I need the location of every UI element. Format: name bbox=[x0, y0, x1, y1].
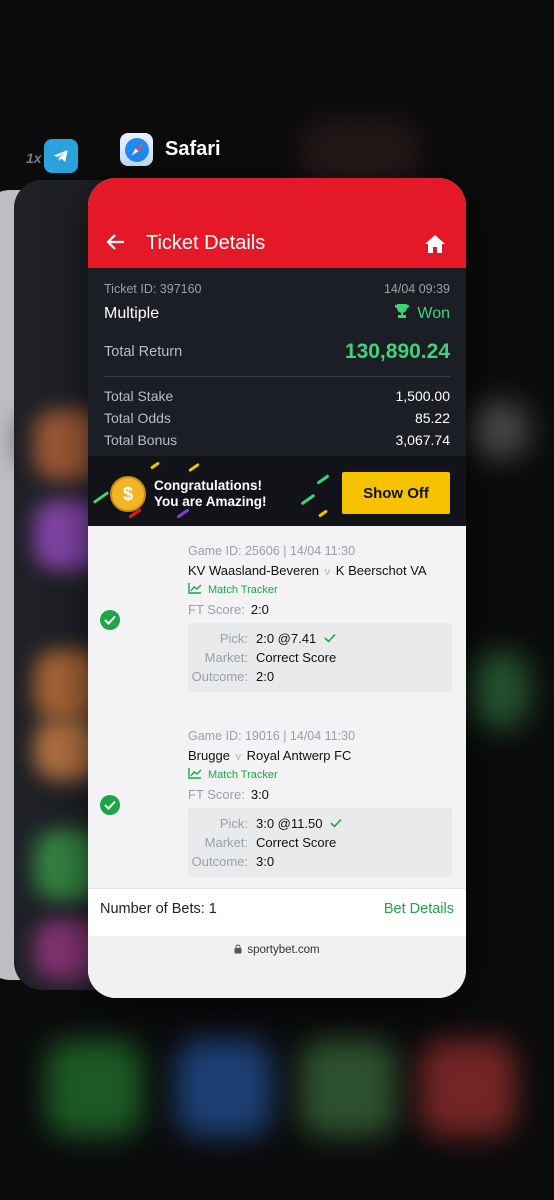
total-odds-value: 85.22 bbox=[414, 410, 450, 426]
match-tracker-link[interactable]: Match Tracker bbox=[188, 768, 452, 782]
total-return-label: Total Return bbox=[104, 344, 183, 360]
pick-label: Pick: bbox=[219, 631, 248, 646]
market-value: Correct Score bbox=[256, 835, 337, 850]
outcome-value: 3:0 bbox=[256, 854, 275, 869]
chart-line-icon bbox=[188, 583, 202, 597]
bets-footer: Number of Bets: 1 Bet Details bbox=[88, 888, 466, 929]
page-title: Ticket Details bbox=[146, 232, 266, 254]
versus-label: v bbox=[235, 751, 242, 763]
ft-score-value: 2:0 bbox=[250, 602, 269, 617]
game-id: Game ID: 25606 | 14/04 11:30 bbox=[188, 544, 356, 558]
back-arrow-icon[interactable] bbox=[106, 232, 126, 256]
app-switcher-label[interactable]: Safari bbox=[120, 133, 221, 166]
header-bar: Ticket Details bbox=[88, 178, 466, 268]
market-value: Correct Score bbox=[256, 650, 337, 665]
ticket-date: 14/04 09:39 bbox=[383, 282, 450, 296]
outcome-value: 2:0 bbox=[256, 669, 275, 684]
match-tracker-link[interactable]: Match Tracker bbox=[188, 583, 452, 597]
congrats-banner: $ Congratulations! You are Amazing! Show… bbox=[88, 456, 466, 528]
total-return-value: 130,890.24 bbox=[344, 340, 450, 363]
status-badge: Won bbox=[393, 303, 450, 324]
url-text: sportybet.com bbox=[247, 944, 320, 956]
total-bonus-value: 3,067.74 bbox=[395, 432, 451, 448]
match-teams: KV Waasland-Beveren v K Beerschot VA bbox=[188, 563, 452, 578]
bet-details: Game ID: 25606 | 14/04 11:30 KV Waasland… bbox=[188, 544, 452, 692]
checkmark-icon bbox=[324, 629, 336, 648]
confetti-streak bbox=[316, 474, 330, 485]
bet-details: Game ID: 19016 | 14/04 11:30 Brugge v Ro… bbox=[188, 729, 452, 877]
pick-box: Pick: 2:0 @7.41 Market: Correct Score Ou… bbox=[188, 623, 452, 692]
list-item: Game ID: 25606 | 14/04 11:30 KV Waasland… bbox=[88, 526, 466, 711]
checkmark-icon bbox=[330, 814, 343, 833]
pick-label: Pick: bbox=[219, 816, 248, 831]
background-glow bbox=[470, 400, 530, 460]
dock-app-icon bbox=[300, 1040, 396, 1136]
match-tracker-label: Match Tracker bbox=[208, 584, 278, 596]
versus-label: v bbox=[324, 566, 331, 578]
check-circle-icon bbox=[100, 795, 120, 815]
total-bonus-label: Total Bonus bbox=[104, 432, 178, 448]
show-off-button[interactable]: Show Off bbox=[342, 472, 450, 514]
safari-app-card[interactable]: Ticket Details Ticket ID: 397160 14/04 0… bbox=[88, 178, 466, 998]
outcome-label: Outcome: bbox=[191, 669, 248, 684]
bet-list: Game ID: 25606 | 14/04 11:30 KV Waasland… bbox=[88, 526, 466, 888]
total-stake-label: Total Stake bbox=[104, 388, 174, 404]
confetti-streak bbox=[300, 493, 316, 506]
away-team: Royal Antwerp FC bbox=[246, 748, 352, 763]
status-text: Won bbox=[417, 304, 450, 322]
home-team: Brugge bbox=[188, 748, 230, 763]
number-of-bets: Number of Bets: 1 bbox=[100, 901, 217, 917]
away-team: K Beerschot VA bbox=[335, 563, 427, 578]
app-prefix-label: 1x bbox=[26, 150, 42, 166]
pick-value: 2:0 @7.41 bbox=[256, 631, 317, 646]
telegram-icon[interactable] bbox=[44, 139, 78, 173]
outcome-label: Outcome: bbox=[191, 854, 248, 869]
chart-line-icon bbox=[188, 768, 202, 782]
confetti-streak bbox=[92, 491, 110, 504]
match-teams: Brugge v Royal Antwerp FC bbox=[188, 748, 452, 763]
total-stake-value: 1,500.00 bbox=[395, 388, 451, 404]
market-label: Market: bbox=[204, 650, 248, 665]
home-team: KV Waasland-Beveren bbox=[188, 563, 320, 578]
confetti-streak bbox=[318, 509, 328, 518]
congrats-line-1: Congratulations! bbox=[154, 478, 262, 493]
list-item: Game ID: 19016 | 14/04 11:30 Brugge v Ro… bbox=[88, 711, 466, 896]
congrats-line-2: You are Amazing! bbox=[154, 494, 267, 509]
dock-app-icon bbox=[176, 1040, 272, 1136]
ft-score-label: FT Score: bbox=[188, 787, 245, 802]
ft-score-label: FT Score: bbox=[188, 602, 245, 617]
app-title: Safari bbox=[165, 138, 221, 160]
bet-details-link[interactable]: Bet Details bbox=[384, 901, 454, 917]
lock-icon bbox=[234, 944, 242, 998]
congrats-text: Congratulations! You are Amazing! bbox=[154, 478, 267, 510]
confetti-streak bbox=[150, 461, 160, 470]
dock-app-icon bbox=[46, 1040, 142, 1136]
background-glow bbox=[470, 650, 530, 730]
confetti-streak bbox=[188, 462, 200, 473]
trophy-icon bbox=[393, 303, 411, 324]
ft-score: FT Score: 2:0 bbox=[188, 602, 452, 617]
pick-value: 3:0 @11.50 bbox=[256, 816, 323, 831]
ft-score-value: 3:0 bbox=[250, 787, 269, 802]
home-icon[interactable] bbox=[424, 234, 446, 259]
ticket-type: Multiple bbox=[104, 304, 160, 322]
market-label: Market: bbox=[204, 835, 248, 850]
dock-app-icon bbox=[420, 1040, 516, 1136]
match-tracker-label: Match Tracker bbox=[208, 769, 278, 781]
safari-icon bbox=[120, 133, 153, 166]
url-bar[interactable]: sportybet.com bbox=[88, 936, 466, 998]
coin-icon: $ bbox=[110, 476, 146, 512]
game-id: Game ID: 19016 | 14/04 11:30 bbox=[188, 729, 356, 743]
check-circle-icon bbox=[100, 610, 120, 630]
total-odds-label: Total Odds bbox=[104, 410, 171, 426]
ticket-id: Ticket ID: 397160 bbox=[104, 282, 202, 296]
pick-box: Pick: 3:0 @11.50 Market: Correct Score O… bbox=[188, 808, 452, 877]
ft-score: FT Score: 3:0 bbox=[188, 787, 452, 802]
